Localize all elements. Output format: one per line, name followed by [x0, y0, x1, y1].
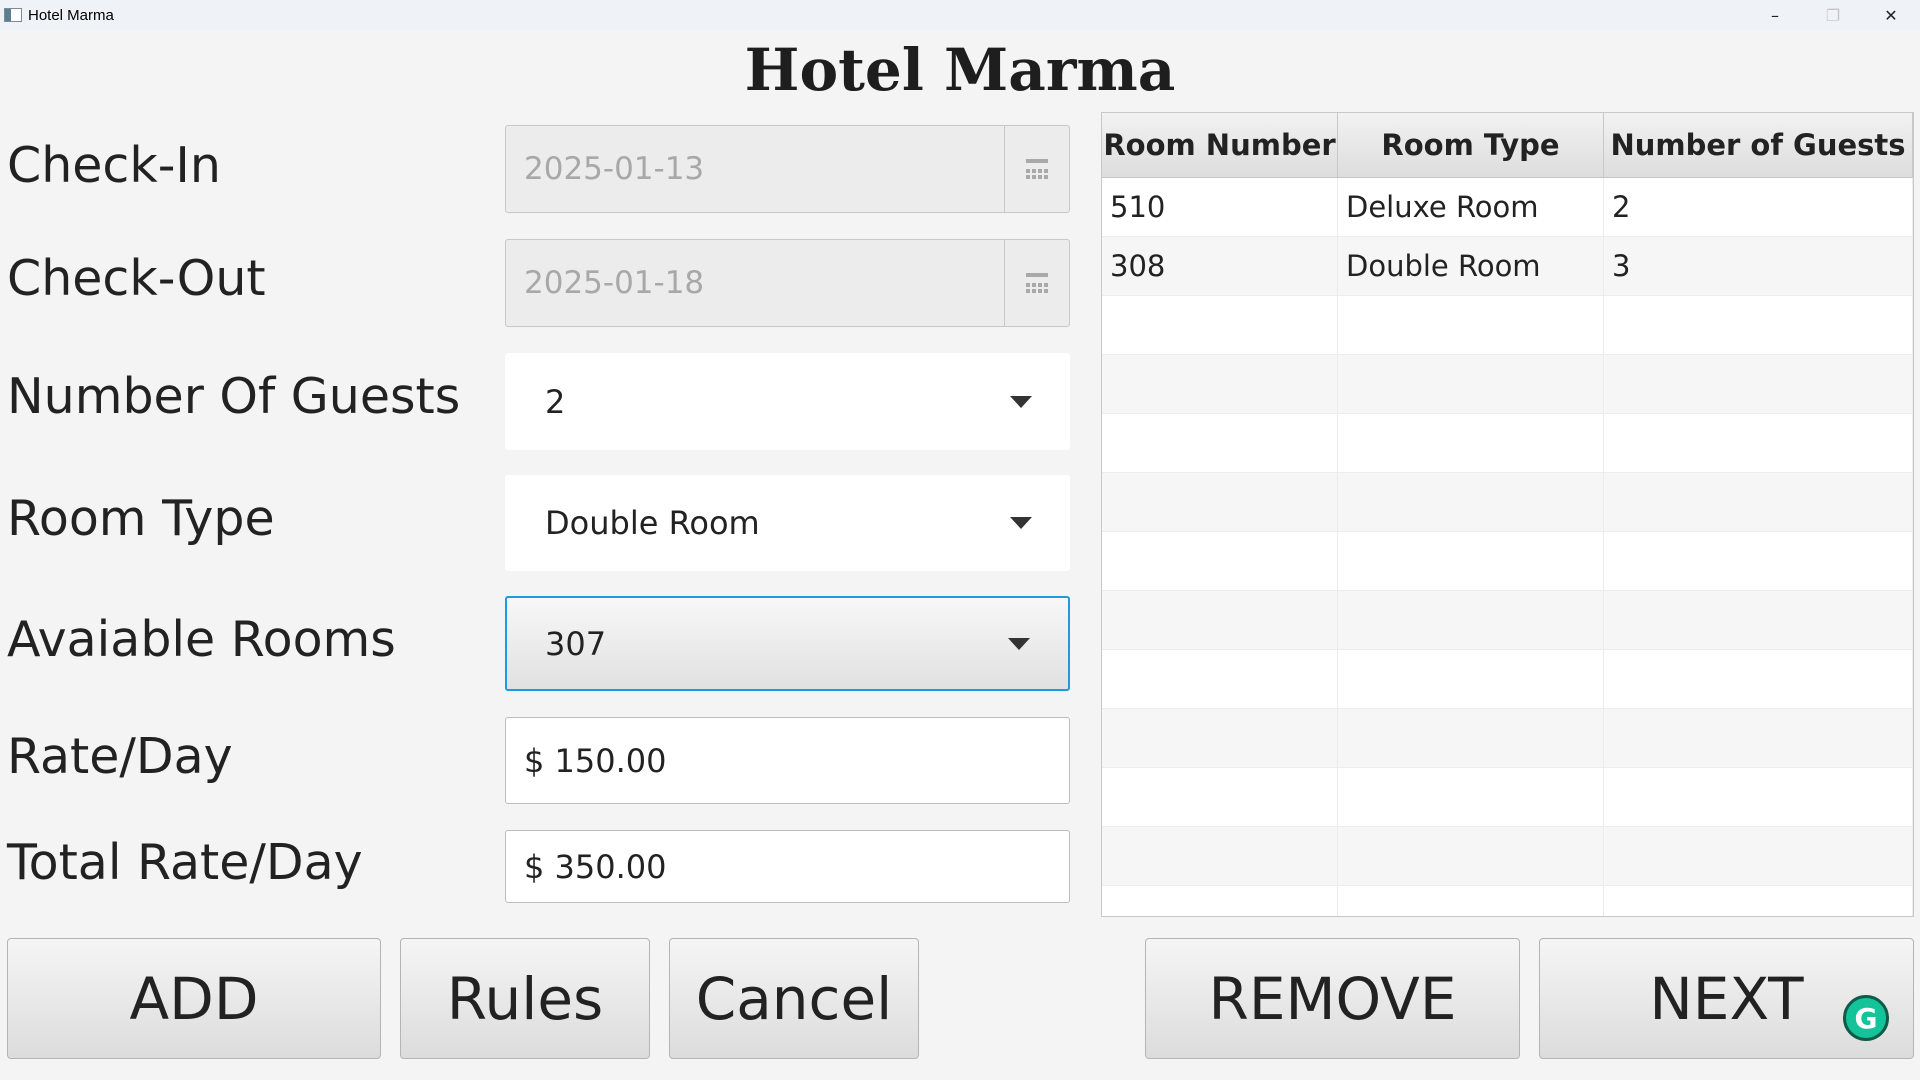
bookings-table: Room Number Room Type Number of Guests 5…: [1101, 112, 1914, 917]
window-titlebar: Hotel Marma – ❐ ✕: [0, 0, 1920, 30]
rate-field[interactable]: $ 150.00: [505, 717, 1070, 804]
rate-field-value: $ 150.00: [524, 741, 667, 780]
checkin-label: Check-In: [7, 137, 221, 194]
table-cell: 510: [1102, 178, 1338, 236]
room-type-select[interactable]: Double Room: [505, 475, 1070, 571]
page-title: Hotel Marma: [744, 36, 1176, 104]
calendar-icon: [1026, 273, 1048, 293]
table-header: Room Number Room Type Number of Guests: [1102, 113, 1913, 178]
table-empty-row: [1102, 591, 1913, 650]
table-cell: Deluxe Room: [1338, 178, 1604, 236]
window-title: Hotel Marma: [28, 6, 114, 24]
remove-button[interactable]: REMOVE: [1145, 938, 1520, 1059]
checkin-date-picker: 2025-01-13: [505, 125, 1070, 213]
app-icon: [4, 8, 22, 22]
column-header-room-type[interactable]: Room Type: [1338, 113, 1604, 177]
total-rate-label: Total Rate/Day: [7, 834, 363, 891]
table-empty-row: [1102, 709, 1913, 768]
guests-select-value: 2: [545, 382, 566, 421]
table-empty-row: [1102, 355, 1913, 414]
chevron-down-icon: [1008, 637, 1030, 650]
available-rooms-label: Avaiable Rooms: [7, 611, 396, 668]
table-cell: 3: [1604, 237, 1913, 295]
table-cell: Double Room: [1338, 237, 1604, 295]
table-empty-row: [1102, 650, 1913, 709]
table-cell: 308: [1102, 237, 1338, 295]
table-row[interactable]: 510 Deluxe Room 2: [1102, 178, 1913, 237]
checkout-date-field: 2025-01-18: [524, 265, 705, 301]
minimize-icon[interactable]: –: [1746, 0, 1804, 30]
checkin-date-field: 2025-01-13: [524, 151, 705, 187]
table-empty-row: [1102, 886, 1913, 916]
table-row[interactable]: 308 Double Room 3: [1102, 237, 1913, 296]
table-empty-row: [1102, 414, 1913, 473]
column-header-room-number[interactable]: Room Number: [1102, 113, 1338, 177]
calendar-icon: [1026, 159, 1048, 179]
checkout-label: Check-Out: [7, 250, 266, 307]
room-type-select-value: Double Room: [545, 504, 760, 542]
window-controls: – ❐ ✕: [1746, 0, 1920, 30]
chevron-down-icon: [1010, 395, 1032, 408]
available-rooms-select[interactable]: 307: [505, 596, 1070, 691]
total-rate-field-value: $ 350.00: [524, 847, 667, 886]
cancel-button[interactable]: Cancel: [669, 938, 919, 1059]
room-type-label: Room Type: [7, 490, 275, 547]
table-empty-row: [1102, 473, 1913, 532]
close-icon[interactable]: ✕: [1862, 0, 1920, 30]
table-cell: 2: [1604, 178, 1913, 236]
add-button[interactable]: ADD: [7, 938, 381, 1059]
checkout-date-picker: 2025-01-18: [505, 239, 1070, 327]
available-rooms-select-value: 307: [545, 624, 607, 663]
guests-label: Number Of Guests: [7, 368, 461, 425]
guests-select[interactable]: 2: [505, 353, 1070, 450]
checkin-calendar-button: [1004, 126, 1069, 212]
table-empty-row: [1102, 296, 1913, 355]
rules-button[interactable]: Rules: [400, 938, 650, 1059]
restore-icon: ❐: [1825, 5, 1841, 25]
table-empty-row: [1102, 768, 1913, 827]
total-rate-field[interactable]: $ 350.00: [505, 830, 1070, 903]
table-empty-row: [1102, 827, 1913, 886]
chevron-down-icon: [1010, 517, 1032, 529]
table-empty-row: [1102, 532, 1913, 591]
column-header-number-of-guests[interactable]: Number of Guests: [1604, 113, 1913, 177]
rate-label: Rate/Day: [7, 728, 233, 785]
checkout-calendar-button: [1004, 240, 1069, 326]
grammarly-icon[interactable]: G: [1843, 995, 1889, 1041]
